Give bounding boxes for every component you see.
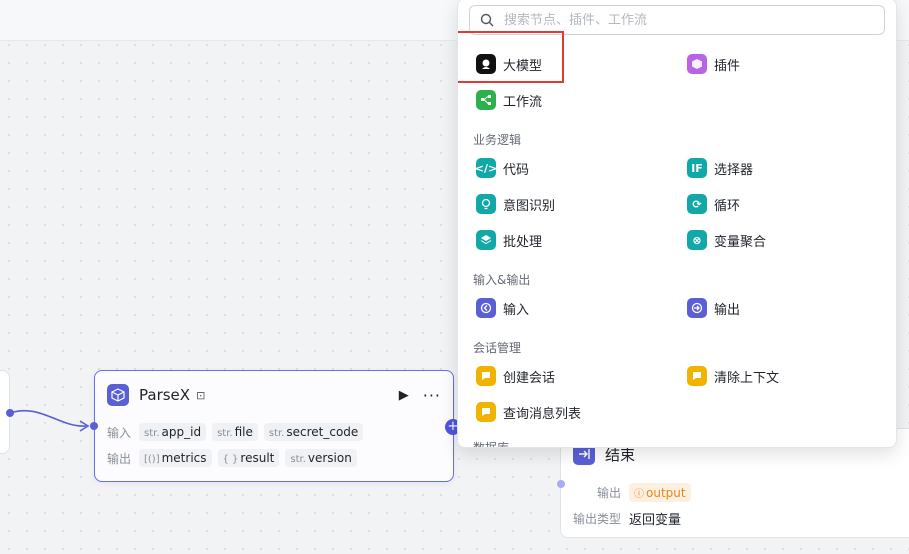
menu-item-batch[interactable]: 批处理: [476, 228, 542, 252]
end-output-type-row: 输出类型 返回变量: [561, 505, 909, 531]
search-icon: [480, 13, 494, 27]
menu-item-plugin[interactable]: 插件: [687, 52, 740, 76]
menu-item-clear-context[interactable]: 清除上下文: [687, 364, 779, 388]
menu-item-label: 输入: [503, 302, 530, 318]
chat-list-icon: [476, 402, 496, 422]
output-port[interactable]: [6, 409, 14, 417]
node-inputs-row: 输入 str. app_id str. file str. secret_code: [95, 419, 453, 445]
section-title-io: 输入&输出: [473, 273, 531, 287]
input-port[interactable]: [557, 480, 565, 488]
layers-icon: [476, 230, 496, 250]
search-input[interactable]: [502, 11, 866, 29]
menu-item-code[interactable]: </> 代码: [475, 156, 530, 180]
chat-clear-icon: [687, 366, 707, 386]
input-icon: [476, 298, 496, 318]
section-title-conversation: 会话管理: [473, 341, 522, 355]
output-icon: [687, 298, 707, 318]
menu-item-llm[interactable]: 大模型: [476, 52, 542, 76]
llm-icon: [476, 54, 496, 74]
output-type-label: 输出类型: [573, 511, 622, 526]
add-node-panel: 大模型 插件 工作流 业务逻辑 </> 代码 IF 选择器 意图识别 ⟳ 循环 …: [457, 0, 897, 448]
input-param-chip: str. file: [212, 423, 258, 441]
plugin-icon: [687, 54, 707, 74]
menu-item-label: 意图识别: [503, 198, 556, 214]
menu-item-label: 查询消息列表: [503, 406, 582, 422]
menu-item-loop[interactable]: ⟳ 循环: [687, 192, 740, 216]
output-param-chip: { } result: [217, 449, 280, 467]
menu-item-workflow[interactable]: 工作流: [476, 88, 542, 112]
menu-item-create-conversation[interactable]: 创建会话: [476, 364, 555, 388]
if-icon: IF: [687, 158, 707, 178]
menu-item-label: 清除上下文: [714, 370, 780, 386]
output-label: 输出: [597, 485, 622, 500]
menu-item-label: 插件: [714, 58, 741, 74]
menu-item-label: 创建会话: [503, 370, 556, 386]
input-port[interactable]: [90, 422, 98, 430]
menu-item-label: 工作流: [503, 94, 543, 110]
run-button[interactable]: ▶: [399, 388, 409, 403]
menu-item-label: 代码: [503, 162, 530, 178]
node-outputs-row: 输出 [()] metrics { } result str. version: [95, 445, 453, 471]
workflow-icon: [476, 90, 496, 110]
end-output-row: 输出 ⓘ output: [561, 479, 909, 505]
section-title-database: 数据库: [473, 441, 510, 448]
menu-item-output[interactable]: 输出: [687, 296, 740, 320]
parsex-node[interactable]: ParseX ⊡ ▶ ··· 输入 str. app_id str. file st…: [94, 370, 454, 482]
loop-icon: ⟳: [687, 194, 707, 214]
menu-item-label: 批处理: [503, 234, 543, 250]
menu-item-label: 大模型: [503, 58, 543, 74]
more-options-button[interactable]: ···: [423, 386, 441, 405]
menu-item-label: 选择器: [714, 162, 754, 178]
menu-item-selector[interactable]: IF 选择器: [687, 156, 753, 180]
menu-item-label: 输出: [714, 302, 741, 318]
menu-item-label: 变量聚合: [714, 234, 767, 250]
output-var-chip: ⓘ output: [629, 482, 691, 502]
menu-item-label: 循环: [714, 198, 741, 214]
node-header: ParseX ⊡ ▶ ···: [95, 371, 453, 419]
input-param-chip: str. app_id: [139, 423, 207, 441]
cube-icon: [107, 384, 129, 406]
chat-add-icon: [476, 366, 496, 386]
menu-item-intent[interactable]: 意图识别: [476, 192, 555, 216]
inputs-label: 输入: [107, 425, 132, 440]
section-title-business-logic: 业务逻辑: [473, 133, 522, 147]
node-title: ParseX: [139, 386, 191, 404]
menu-item-variable-aggregate[interactable]: ⊗ 变量聚合: [687, 228, 766, 252]
lightbulb-icon: [476, 194, 496, 214]
input-param-chip: str. secret_code: [263, 423, 364, 441]
menu-item-input[interactable]: 输入: [476, 296, 529, 320]
outputs-label: 输出: [107, 451, 132, 466]
plugin-badge-icon: ⊡: [196, 388, 206, 402]
output-param-chip: str. version: [285, 449, 357, 467]
code-icon: </>: [475, 158, 497, 178]
aggregate-icon: ⊗: [687, 230, 707, 250]
output-param-chip: [()] metrics: [139, 449, 212, 467]
menu-item-query-messages[interactable]: 查询消息列表: [476, 400, 581, 424]
output-type-value: 返回变量: [629, 512, 682, 528]
